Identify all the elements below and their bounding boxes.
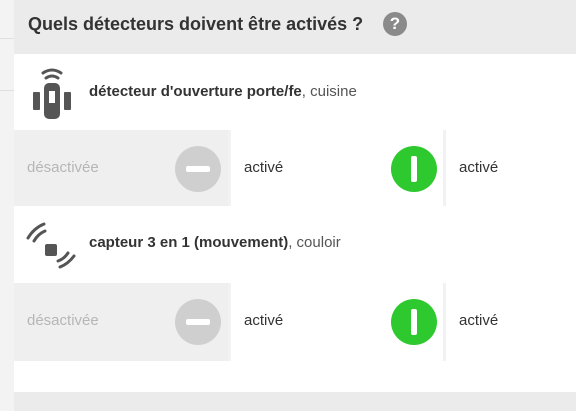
next-section-header — [14, 392, 576, 411]
motion-sensor-icon — [26, 222, 76, 269]
power-on-icon[interactable] — [391, 146, 437, 192]
device-room: , cuisine — [301, 83, 357, 100]
state-option-activated[interactable]: activé — [446, 283, 576, 361]
state-selector: désactivée activé activé — [14, 283, 576, 361]
state-label: désactivée — [27, 159, 99, 176]
device-name: détecteur d'ouverture porte/fe — [89, 83, 302, 100]
state-option-deactivated[interactable]: désactivée — [14, 283, 228, 361]
device-row: détecteur d'ouverture porte/fe, cuisine — [14, 54, 576, 130]
state-option-activated[interactable]: activé — [446, 130, 576, 208]
power-on-icon[interactable] — [391, 299, 437, 345]
minus-icon[interactable] — [175, 146, 221, 192]
left-panel-divider — [0, 38, 14, 39]
device-label: capteur 3 en 1 (mouvement), couloir — [89, 234, 341, 251]
state-option-activated[interactable]: activé — [231, 283, 443, 361]
state-option-activated[interactable]: activé — [231, 130, 443, 208]
state-label: activé — [459, 159, 499, 176]
left-panel-edge — [0, 0, 14, 411]
state-label: activé — [244, 312, 284, 329]
section-header: Quels détecteurs doivent être activés ? … — [14, 0, 576, 54]
device-room: , couloir — [288, 234, 341, 251]
minus-icon[interactable] — [175, 299, 221, 345]
state-selector: désactivée activé activé — [14, 130, 576, 208]
device-row: capteur 3 en 1 (mouvement), couloir — [14, 206, 576, 282]
door-window-sensor-icon — [33, 68, 71, 119]
device-name: capteur 3 en 1 (mouvement) — [89, 234, 289, 251]
left-panel-divider — [0, 90, 14, 91]
section-title: Quels détecteurs doivent être activés ? — [28, 14, 364, 34]
state-label: activé — [459, 312, 499, 329]
device-label: détecteur d'ouverture porte/fe, cuisine — [89, 83, 357, 100]
state-option-deactivated[interactable]: désactivée — [14, 130, 228, 208]
state-label: activé — [244, 159, 284, 176]
state-label: désactivée — [27, 312, 99, 329]
help-icon[interactable]: ? — [383, 12, 407, 36]
